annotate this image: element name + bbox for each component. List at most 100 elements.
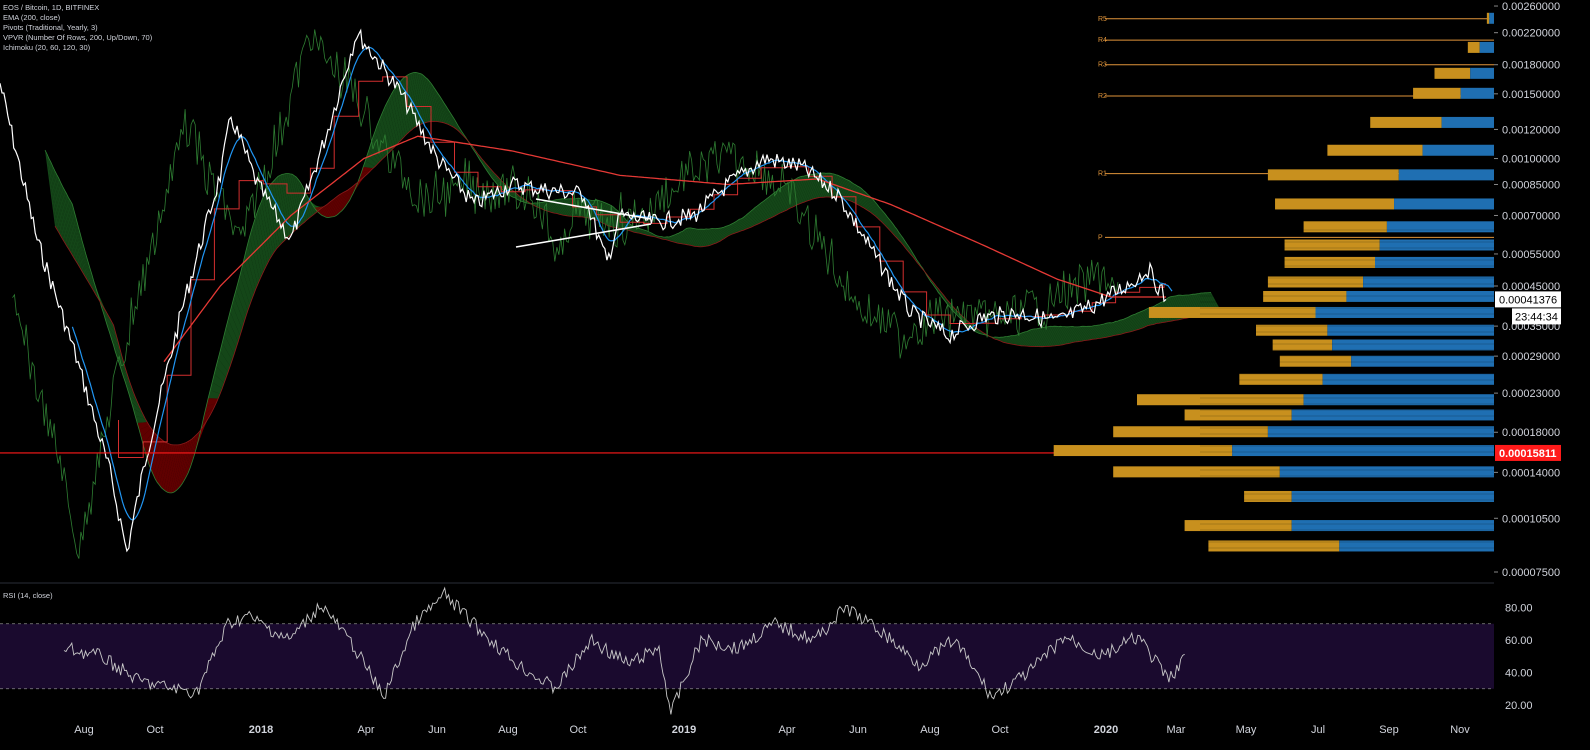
rsi-tick-label: 20.00: [1505, 700, 1533, 712]
rsi-tick-label: 60.00: [1505, 635, 1533, 647]
price-tick-label: 0.00070000: [1502, 210, 1560, 222]
vpvr-down-bar: [1434, 67, 1471, 79]
vpvr-up-bar: [1315, 306, 1494, 318]
time-tick-label: Aug: [498, 724, 518, 736]
time-tick-label: 2020: [1094, 724, 1118, 736]
vpvr-up-bar: [1291, 409, 1494, 421]
rsi-tick-label: 40.00: [1505, 668, 1533, 680]
time-tick-label: 2018: [249, 724, 273, 736]
vpvr-up-bar: [1479, 41, 1494, 53]
pivot-label-r2: R2: [1098, 93, 1107, 100]
vpvr-down-bar: [1184, 520, 1292, 532]
pivot-label-r1: R1: [1098, 171, 1107, 178]
time-tick-label: Aug: [920, 724, 940, 736]
rsi-axis[interactable]: 80.00 60.00 40.00 20.00: [1494, 584, 1590, 719]
vpvr-up-bar: [1322, 373, 1494, 385]
price-tick-label: 0.00180000: [1502, 60, 1560, 72]
time-tick-label: Jun: [428, 724, 446, 736]
pivot-label-p: P: [1098, 234, 1103, 241]
vpvr-up-bar: [1379, 239, 1494, 251]
vpvr-down-bar: [1148, 306, 1316, 318]
time-tick-label: Nov: [1450, 724, 1470, 736]
vpvr-down-bar: [1327, 144, 1423, 156]
rsi-tick-label: 80.00: [1505, 603, 1533, 615]
legend-ichimoku[interactable]: Ichimoku (20, 60, 120, 30): [3, 43, 152, 53]
vpvr-down-bar: [1184, 409, 1292, 421]
price-tick-label: 0.00014000: [1502, 467, 1560, 479]
vpvr-up-bar: [1394, 198, 1494, 210]
price-tick-label: 0.00023000: [1502, 388, 1560, 400]
pivot-label-r4: R4: [1098, 37, 1107, 44]
pivot-label-r5: R5: [1098, 16, 1107, 23]
price-tick-label: 0.00055000: [1502, 249, 1560, 261]
vpvr-down-bar: [1486, 12, 1490, 24]
rsi-title[interactable]: RSI (14, close): [3, 591, 53, 600]
symbol-title[interactable]: EOS / Bitcoin, 1D, BITFINEX: [3, 3, 152, 13]
time-tick-label: Sep: [1379, 724, 1399, 736]
current-price-label: 0.00041376: [1499, 294, 1557, 306]
vpvr-down-bar: [1244, 490, 1292, 502]
price-axis[interactable]: 0.00260000 0.00220000 0.00180000 0.00150000…: [1494, 0, 1590, 583]
price-tick-label: 0.00220000: [1502, 28, 1560, 40]
vpvr-down-bar: [1267, 169, 1399, 181]
price-tick-label: 0.00085000: [1502, 179, 1560, 191]
vpvr-down-bar: [1413, 87, 1461, 99]
vpvr-down-bar: [1272, 339, 1333, 351]
time-tick-label: Aug: [74, 724, 94, 736]
legend-ema[interactable]: EMA (200, close): [3, 13, 152, 23]
vpvr-up-bar: [1470, 67, 1494, 79]
price-tick-label: 0.00045000: [1502, 281, 1560, 293]
price-tick-label: 0.00018000: [1502, 427, 1560, 439]
time-tick-label: May: [1236, 724, 1257, 736]
time-tick-label: Oct: [146, 724, 163, 736]
vpvr-down-bar: [1279, 355, 1352, 367]
vpvr-down-bar: [1137, 394, 1304, 406]
time-tick-label: Apr: [357, 724, 374, 736]
price-tick-label: 0.00007500: [1502, 567, 1560, 579]
vpvr-down-bar: [1370, 116, 1442, 128]
vpvr-up-bar: [1398, 169, 1494, 181]
vpvr-down-bar: [1303, 221, 1387, 233]
vpvr-down-bar: [1263, 291, 1347, 303]
vpvr-down-bar: [1256, 324, 1328, 336]
vpvr-up-bar: [1346, 291, 1494, 303]
vpvr-up-bar: [1386, 221, 1494, 233]
vpvr-up-bar: [1422, 144, 1494, 156]
price-tick-label: 0.00100000: [1502, 154, 1560, 166]
time-tick-label: Oct: [569, 724, 586, 736]
chart-canvas[interactable]: R5 R4 R3 R2 R1 P 0.00260000 0.00220000 0.001800…: [0, 0, 1590, 750]
vpvr-up-bar: [1460, 87, 1494, 99]
legend-pivots[interactable]: Pivots (Traditional, Yearly, 3): [3, 23, 152, 33]
vpvr-up-bar: [1291, 520, 1494, 532]
vpvr-up-bar: [1332, 339, 1494, 351]
vpvr-down-bar: [1239, 373, 1323, 385]
vpvr-up-bar: [1291, 490, 1494, 502]
price-tick-label: 0.00010500: [1502, 513, 1560, 525]
vpvr-up-bar: [1441, 116, 1494, 128]
price-tick-label: 0.00120000: [1502, 124, 1560, 136]
price-tick-label: 0.00150000: [1502, 89, 1560, 101]
vpvr-up-bar: [1489, 12, 1494, 24]
time-tick-label: 2019: [672, 724, 696, 736]
vpvr-up-bar: [1327, 324, 1494, 336]
rsi-band-fill: [0, 623, 1494, 689]
price-tick-label: 0.00260000: [1502, 1, 1560, 13]
time-tick-label: Oct: [991, 724, 1008, 736]
price-tick-label: 0.00029000: [1502, 351, 1560, 363]
time-tick-label: Jul: [1311, 724, 1325, 736]
time-tick-label: Jun: [849, 724, 867, 736]
vpvr-up-bar: [1232, 445, 1494, 457]
indicator-legend: EOS / Bitcoin, 1D, BITFINEX EMA (200, cl…: [3, 3, 152, 53]
time-tick-label: Mar: [1167, 724, 1186, 736]
time-tick-label: Apr: [778, 724, 795, 736]
vpvr-down-bar: [1284, 239, 1380, 251]
legend-vpvr[interactable]: VPVR (Number Of Rows, 200, Up/Down, 70): [3, 33, 152, 43]
vpvr-down-bar: [1467, 41, 1480, 53]
pivot-label-r3: R3: [1098, 62, 1107, 69]
countdown-label: 23:44:34: [1515, 311, 1558, 323]
vpvr-down-bar: [1053, 445, 1233, 457]
vpvr-up-bar: [1303, 394, 1494, 406]
vpvr-down-bar: [1275, 198, 1395, 210]
vpvr-up-bar: [1351, 355, 1494, 367]
hline-price-label: 0.00015811: [1499, 448, 1557, 460]
